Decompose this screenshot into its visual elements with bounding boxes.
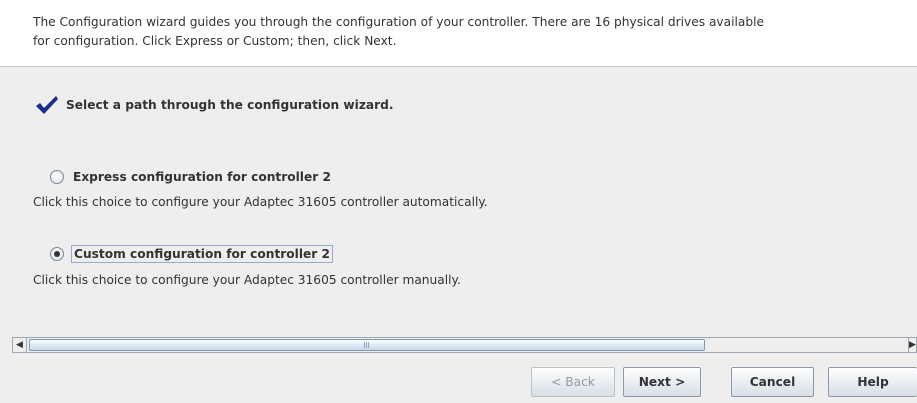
scroll-right-button[interactable]: ▶: [908, 338, 916, 352]
cancel-button[interactable]: Cancel: [731, 367, 814, 397]
intro-panel: The Configuration wizard guides you thro…: [0, 0, 917, 67]
custom-description: Click this choice to configure your Adap…: [33, 273, 461, 287]
express-radio[interactable]: [50, 170, 64, 184]
intro-text-line-2: for configuration. Click Express or Cust…: [33, 34, 397, 48]
intro-text-line-1: The Configuration wizard guides you thro…: [33, 15, 764, 29]
grip-icon: [364, 342, 370, 348]
custom-label[interactable]: Custom configuration for controller 2: [71, 245, 334, 263]
radio-selected-dot: [54, 251, 60, 257]
express-description: Click this choice to configure your Adap…: [33, 195, 488, 209]
horizontal-scrollbar[interactable]: ◀ ▶: [12, 337, 917, 353]
express-option[interactable]: Express configuration for controller 2: [50, 167, 333, 187]
custom-option[interactable]: Custom configuration for controller 2: [50, 244, 334, 264]
express-label[interactable]: Express configuration for controller 2: [71, 169, 333, 185]
checkmark-icon: [36, 96, 58, 114]
scroll-left-button[interactable]: ◀: [13, 338, 27, 352]
step-title: Select a path through the configuration …: [66, 98, 394, 112]
step-header: Select a path through the configuration …: [34, 94, 394, 116]
back-button[interactable]: < Back: [531, 367, 615, 397]
scrollbar-thumb[interactable]: [29, 339, 705, 351]
next-button[interactable]: Next >: [623, 367, 701, 397]
help-button[interactable]: Help: [828, 367, 917, 397]
custom-radio[interactable]: [50, 247, 64, 261]
